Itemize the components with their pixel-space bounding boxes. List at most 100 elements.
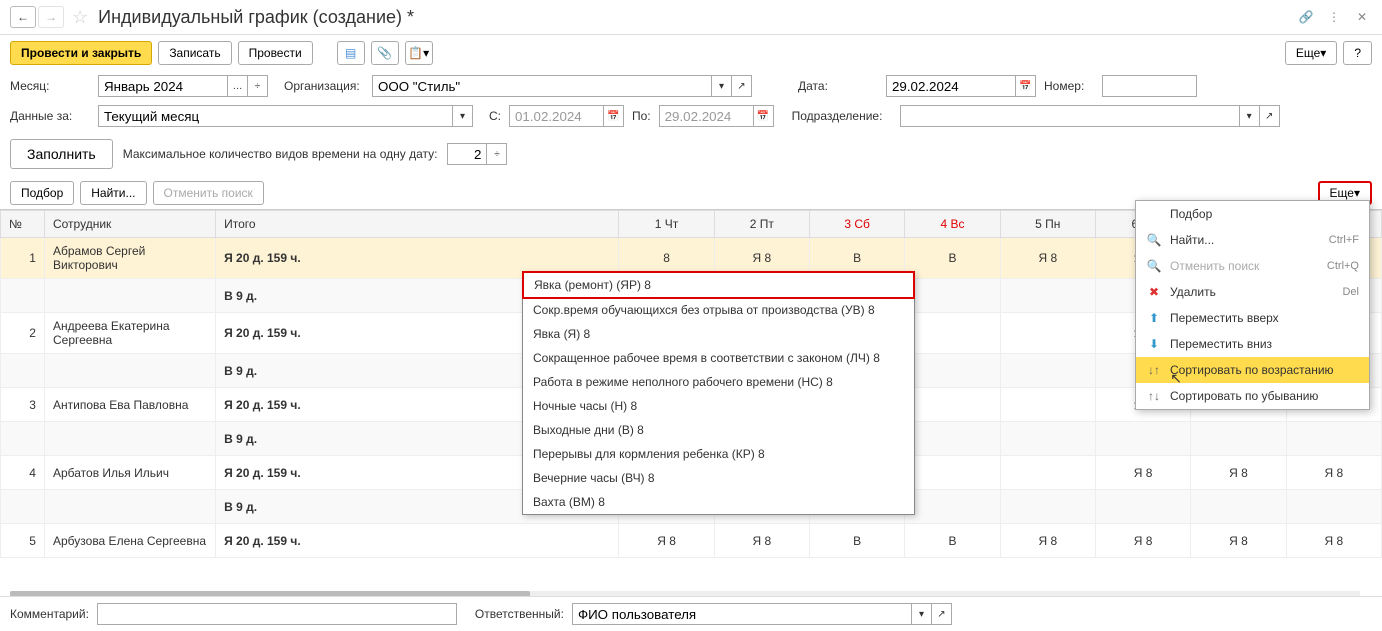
- day-cell[interactable]: [905, 456, 1000, 490]
- cursor-icon: ↖: [1170, 370, 1182, 387]
- find-button[interactable]: Найти...: [80, 181, 146, 205]
- responsible-open-button[interactable]: ↗: [932, 603, 952, 625]
- select-button[interactable]: Подбор: [10, 181, 74, 205]
- day-cell[interactable]: [1000, 456, 1095, 490]
- forward-button[interactable]: →: [38, 6, 64, 28]
- col-day-1[interactable]: 1 Чт: [619, 211, 714, 238]
- day-cell[interactable]: [905, 313, 1000, 354]
- day-cell[interactable]: [905, 388, 1000, 422]
- day-cell[interactable]: В: [905, 524, 1000, 558]
- menu-item[interactable]: 🔍 Найти... Ctrl+F: [1136, 227, 1369, 253]
- col-day-4[interactable]: 4 Вс: [905, 211, 1000, 238]
- day-cell[interactable]: Я 8: [1286, 524, 1381, 558]
- number-label: Номер:: [1044, 79, 1094, 93]
- data-for-dropdown-button[interactable]: ▾: [453, 105, 473, 127]
- col-total-header[interactable]: Итого: [216, 211, 619, 238]
- dropdown-item[interactable]: Работа в режиме неполного рабочего време…: [523, 370, 914, 394]
- menu-label: Сортировать по убыванию: [1170, 389, 1318, 403]
- help-button[interactable]: ?: [1343, 41, 1372, 65]
- menu-item[interactable]: ⬆Переместить вверх: [1136, 305, 1369, 331]
- col-day-2[interactable]: 2 Пт: [714, 211, 809, 238]
- day-cell[interactable]: Я 8: [1191, 456, 1286, 490]
- dropdown-item[interactable]: Сокращенное рабочее время в соответствии…: [523, 346, 914, 370]
- kebab-icon[interactable]: ⋮: [1324, 7, 1344, 27]
- submit-button[interactable]: Провести: [238, 41, 313, 65]
- col-num-header[interactable]: №: [1, 211, 45, 238]
- max-types-spinner-button[interactable]: ÷: [487, 143, 507, 165]
- responsible-dropdown-button[interactable]: ▾: [912, 603, 932, 625]
- day-cell[interactable]: Я 8: [1191, 524, 1286, 558]
- responsible-label: Ответственный:: [475, 607, 564, 621]
- dropdown-item[interactable]: Перерывы для кормления ребенка (КР) 8: [523, 442, 914, 466]
- table-row[interactable]: 5Арбузова Елена СергеевнаЯ 20 д. 159 ч.Я…: [1, 524, 1382, 558]
- day-cell[interactable]: Я 8: [1286, 456, 1381, 490]
- responsible-input[interactable]: [572, 603, 912, 625]
- date-calendar-button[interactable]: 📅: [1016, 75, 1036, 97]
- day-cell[interactable]: [1000, 313, 1095, 354]
- day-cell[interactable]: В: [810, 524, 905, 558]
- date-label: Дата:: [798, 79, 878, 93]
- max-types-label: Максимальное количество видов времени на…: [123, 147, 438, 161]
- menu-label: Подбор: [1170, 207, 1212, 221]
- star-icon[interactable]: ☆: [72, 7, 88, 28]
- dropdown-item[interactable]: Явка (Я) 8: [523, 322, 914, 346]
- menu-item[interactable]: Подбор: [1136, 201, 1369, 227]
- max-types-input[interactable]: [447, 143, 487, 165]
- menu-item[interactable]: ✖УдалитьDel: [1136, 279, 1369, 305]
- menu-shortcut: Ctrl+F: [1329, 234, 1359, 246]
- col-emp-header[interactable]: Сотрудник: [44, 211, 215, 238]
- from-calendar-button[interactable]: 📅: [604, 105, 624, 127]
- menu-label: Удалить: [1170, 285, 1216, 299]
- org-open-button[interactable]: ↗: [732, 75, 752, 97]
- dropdown-item[interactable]: Сокр.время обучающихся без отрыва от про…: [523, 298, 914, 322]
- day-cell[interactable]: Я 8: [1000, 238, 1095, 279]
- report-button[interactable]: ▤: [337, 41, 365, 65]
- day-cell[interactable]: Я 8: [1000, 524, 1095, 558]
- dept-input[interactable]: [900, 105, 1240, 127]
- to-input[interactable]: [659, 105, 754, 127]
- day-cell[interactable]: [1000, 388, 1095, 422]
- search-icon: 🔍: [1146, 233, 1162, 247]
- back-button[interactable]: ←: [10, 6, 36, 28]
- day-cell[interactable]: Я 8: [1095, 524, 1190, 558]
- from-input[interactable]: [509, 105, 604, 127]
- day-cell[interactable]: Я 8: [1095, 456, 1190, 490]
- number-input[interactable]: [1102, 75, 1197, 97]
- write-button[interactable]: Записать: [158, 41, 231, 65]
- dropdown-item[interactable]: Ночные часы (Н) 8: [523, 394, 914, 418]
- month-input[interactable]: [98, 75, 228, 97]
- month-select-button[interactable]: …: [228, 75, 248, 97]
- dropdown-item[interactable]: Вахта (ВМ) 8: [523, 490, 914, 514]
- more-button[interactable]: Еще ▾: [1285, 41, 1337, 65]
- col-day-3[interactable]: 3 Сб: [810, 211, 905, 238]
- link-icon[interactable]: 🔗: [1296, 7, 1316, 27]
- day-cell[interactable]: Я 8: [619, 524, 714, 558]
- menu-label: Найти...: [1170, 233, 1214, 247]
- dept-dropdown-button[interactable]: ▾: [1240, 105, 1260, 127]
- time-type-dropdown[interactable]: Явка (ремонт) (ЯР) 8Сокр.время обучающих…: [522, 271, 915, 515]
- print-button[interactable]: 📋▾: [405, 41, 433, 65]
- sort-asc-icon: ↓↑: [1146, 363, 1162, 377]
- col-day-5[interactable]: 5 Пн: [1000, 211, 1095, 238]
- dropdown-item[interactable]: Вечерние часы (ВЧ) 8: [523, 466, 914, 490]
- submit-close-button[interactable]: Провести и закрыть: [10, 41, 152, 65]
- close-icon[interactable]: ✕: [1352, 7, 1372, 27]
- comment-input[interactable]: [97, 603, 457, 625]
- dropdown-item[interactable]: Выходные дни (В) 8: [523, 418, 914, 442]
- menu-item[interactable]: ⬇Переместить вниз: [1136, 331, 1369, 357]
- dept-open-button[interactable]: ↗: [1260, 105, 1280, 127]
- cancel-find-button[interactable]: Отменить поиск: [153, 181, 264, 205]
- org-input[interactable]: [372, 75, 712, 97]
- org-dropdown-button[interactable]: ▾: [712, 75, 732, 97]
- fill-button[interactable]: Заполнить: [10, 139, 113, 169]
- cancel-icon: 🔍: [1146, 259, 1162, 273]
- up-icon: ⬆: [1146, 311, 1162, 325]
- to-calendar-button[interactable]: 📅: [754, 105, 774, 127]
- data-for-input[interactable]: [98, 105, 453, 127]
- attach-button[interactable]: 📎: [371, 41, 399, 65]
- dropdown-item[interactable]: Явка (ремонт) (ЯР) 8: [522, 271, 915, 299]
- date-input[interactable]: [886, 75, 1016, 97]
- month-spinner-button[interactable]: ÷: [248, 75, 268, 97]
- day-cell[interactable]: В: [905, 238, 1000, 279]
- day-cell[interactable]: Я 8: [714, 524, 809, 558]
